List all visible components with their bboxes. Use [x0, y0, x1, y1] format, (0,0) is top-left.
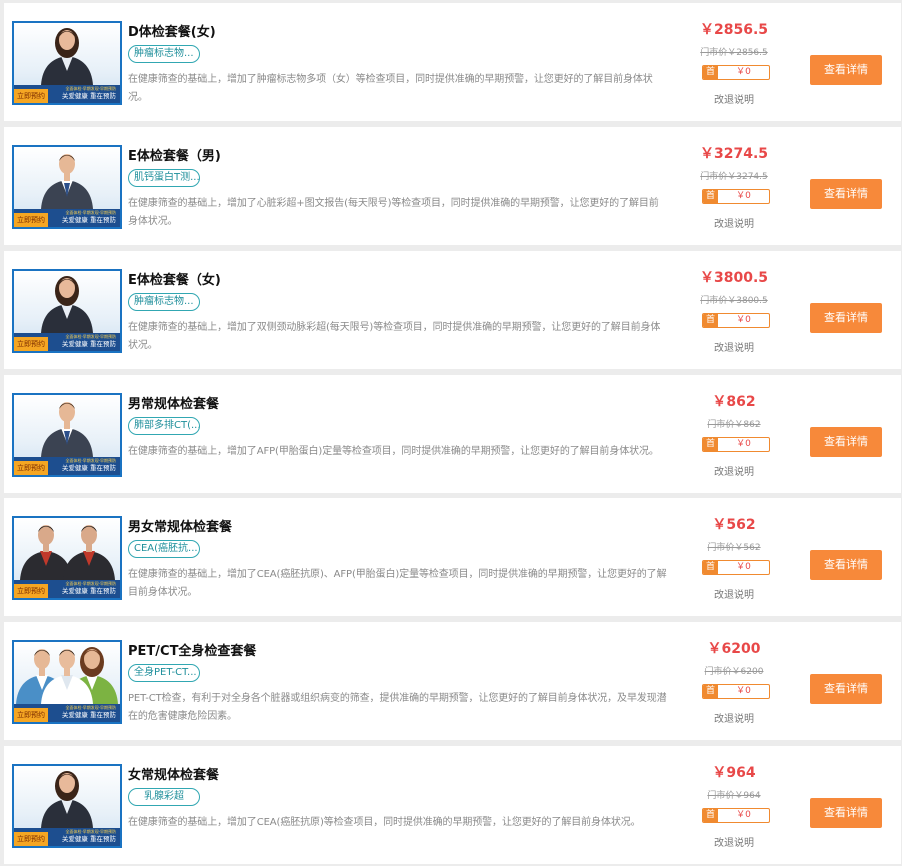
- thumbnail-slogan: 关爱健康 重在预防: [61, 464, 116, 472]
- view-details-button[interactable]: 查看详情: [810, 674, 882, 704]
- thumbnail-slogan: 关爱健康 重在预防: [61, 216, 116, 224]
- package-description: 在健康筛查的基础上，增加了心脏彩超+图文报告(每天限号)等检查项目，同时提供准确…: [128, 198, 659, 227]
- book-now-label: 立即预约: [14, 89, 48, 103]
- package-price: ￥3274.5: [699, 146, 769, 162]
- coupon-value: ￥0: [736, 191, 751, 201]
- package-price: ￥2856.5: [699, 22, 769, 38]
- refund-policy-link[interactable]: 改退说明: [684, 339, 784, 354]
- package-tag: 全身PET-CT...: [128, 664, 200, 682]
- coupon-value: ￥0: [736, 562, 751, 572]
- coupon-label: 首: [703, 685, 718, 698]
- coupon-label: 首: [703, 438, 718, 451]
- view-details-button[interactable]: 查看详情: [810, 303, 882, 333]
- book-now-label: 立即预约: [14, 213, 48, 227]
- package-thumbnail[interactable]: 全面体检·早期发现·早期预防 关爱健康 重在预防 立即预约: [12, 269, 122, 353]
- package-title[interactable]: D体检套餐(女): [128, 21, 216, 40]
- view-details-button[interactable]: 查看详情: [810, 179, 882, 209]
- package-description: PET-CT检查，有利于对全身各个脏器或组织病变的筛查，提供准确的早期预警，让您…: [128, 693, 667, 722]
- view-details-button[interactable]: 查看详情: [810, 550, 882, 580]
- package-tag: 肿瘤标志物...: [128, 293, 200, 311]
- coupon-badge: 首 ￥0: [702, 313, 770, 328]
- package-list: 全面体检·早期发现·早期预防 关爱健康 重在预防 立即预约 D体检套餐(女) 肿…: [0, 0, 902, 866]
- package-thumbnail[interactable]: 全面体检·早期发现·早期预防 关爱健康 重在预防 立即预约: [12, 393, 122, 477]
- original-price: 门市价￥6200: [704, 667, 764, 677]
- coupon-value: ￥0: [736, 686, 751, 696]
- view-details-button[interactable]: 查看详情: [810, 427, 882, 457]
- coupon-badge: 首 ￥0: [702, 189, 770, 204]
- package-title[interactable]: 女常规体检套餐: [128, 764, 219, 783]
- package-card: 全面体检·早期发现·早期预防 关爱健康 重在预防 立即预约 女常规体检套餐 乳腺…: [4, 746, 901, 864]
- package-card: 全面体检·早期发现·早期预防 关爱健康 重在预防 立即预约 D体检套餐(女) 肿…: [4, 3, 901, 121]
- coupon-label: 首: [703, 66, 718, 79]
- coupon-label: 首: [703, 809, 718, 822]
- coupon-badge: 首 ￥0: [702, 560, 770, 575]
- refund-policy-link[interactable]: 改退说明: [684, 710, 784, 725]
- package-thumbnail[interactable]: 全面体检·早期发现·早期预防 关爱健康 重在预防 立即预约: [12, 21, 122, 105]
- coupon-label: 首: [703, 561, 718, 574]
- refund-policy-link[interactable]: 改退说明: [684, 586, 784, 601]
- coupon-badge: 首 ￥0: [702, 808, 770, 823]
- package-title[interactable]: E体检套餐（女): [128, 269, 221, 288]
- coupon-badge: 首 ￥0: [702, 437, 770, 452]
- original-price: 门市价￥2856.5: [700, 48, 768, 58]
- coupon-value: ￥0: [736, 810, 751, 820]
- coupon-value: ￥0: [736, 439, 751, 449]
- refund-policy-link[interactable]: 改退说明: [684, 834, 784, 849]
- package-card: 全面体检·早期发现·早期预防 关爱健康 重在预防 立即预约 E体检套餐（女) 肿…: [4, 251, 901, 369]
- thumbnail-slogan: 关爱健康 重在预防: [61, 340, 116, 348]
- thumbnail-slogan: 关爱健康 重在预防: [61, 711, 116, 719]
- refund-policy-link[interactable]: 改退说明: [684, 463, 784, 478]
- package-thumbnail[interactable]: 全面体检·早期发现·早期预防 关爱健康 重在预防 立即预约: [12, 764, 122, 848]
- package-tag: 乳腺彩超: [128, 788, 200, 806]
- original-price: 门市价￥964: [707, 791, 761, 801]
- package-tag: CEA(癌胚抗...: [128, 540, 200, 558]
- package-price: ￥3800.5: [699, 270, 769, 286]
- package-thumbnail[interactable]: 全面体检·早期发现·早期预防 关爱健康 重在预防 立即预约: [12, 516, 122, 600]
- package-thumbnail[interactable]: 全面体检·早期发现·早期预防 关爱健康 重在预防 立即预约: [12, 145, 122, 229]
- thumbnail-slogan: 关爱健康 重在预防: [61, 92, 116, 100]
- coupon-label: 首: [703, 314, 718, 327]
- original-price: 门市价￥862: [707, 420, 761, 430]
- coupon-badge: 首 ￥0: [702, 684, 770, 699]
- original-price: 门市价￥3274.5: [700, 172, 768, 182]
- package-description: 在健康筛查的基础上，增加了CEA(癌胚抗原)、AFP(甲胎蛋白)定量等检查项目，…: [128, 569, 667, 598]
- package-tag: 肺部多排CT(...: [128, 417, 200, 435]
- package-card: 全面体检·早期发现·早期预防 关爱健康 重在预防 立即预约 E体检套餐（男) 肌…: [4, 127, 901, 245]
- package-description: 在健康筛查的基础上，增加了肿瘤标志物多项（女）等检查项目，同时提供准确的早期预警…: [128, 74, 653, 103]
- package-price: ￥6200: [707, 641, 761, 657]
- package-thumbnail[interactable]: 全面体检·早期发现·早期预防 关爱健康 重在预防 立即预约: [12, 640, 122, 724]
- view-details-button[interactable]: 查看详情: [810, 55, 882, 85]
- book-now-label: 立即预约: [14, 832, 48, 846]
- coupon-value: ￥0: [736, 315, 751, 325]
- thumbnail-slogan: 关爱健康 重在预防: [61, 835, 116, 843]
- book-now-label: 立即预约: [14, 337, 48, 351]
- book-now-label: 立即预约: [14, 461, 48, 475]
- package-title[interactable]: PET/CT全身检查套餐: [128, 640, 256, 659]
- package-card: 全面体检·早期发现·早期预防 关爱健康 重在预防 立即预约 男常规体检套餐 肺部…: [4, 375, 901, 493]
- original-price: 门市价￥3800.5: [700, 296, 768, 306]
- package-price: ￥562: [712, 517, 756, 533]
- original-price: 门市价￥562: [707, 543, 761, 553]
- coupon-badge: 首 ￥0: [702, 65, 770, 80]
- view-details-button[interactable]: 查看详情: [810, 798, 882, 828]
- refund-policy-link[interactable]: 改退说明: [684, 91, 784, 106]
- package-price: ￥964: [712, 765, 756, 781]
- book-now-label: 立即预约: [14, 708, 48, 722]
- package-title[interactable]: E体检套餐（男): [128, 145, 221, 164]
- package-description: 在健康筛查的基础上，增加了CEA(癌胚抗原)等检查项目，同时提供准确的早期预警，…: [128, 817, 641, 828]
- book-now-label: 立即预约: [14, 584, 48, 598]
- package-title[interactable]: 男常规体检套餐: [128, 393, 219, 412]
- package-tag: 肿瘤标志物...: [128, 45, 200, 63]
- coupon-value: ￥0: [736, 67, 751, 77]
- coupon-label: 首: [703, 190, 718, 203]
- package-price: ￥862: [712, 394, 756, 410]
- package-tag: 肌钙蛋白T测...: [128, 169, 200, 187]
- package-card: 全面体检·早期发现·早期预防 关爱健康 重在预防 立即预约 男女常规体检套餐 C…: [4, 498, 901, 616]
- package-card: 全面体检·早期发现·早期预防 关爱健康 重在预防 立即预约 PET/CT全身检查…: [4, 622, 901, 740]
- thumbnail-slogan: 关爱健康 重在预防: [61, 587, 116, 595]
- package-title[interactable]: 男女常规体检套餐: [128, 516, 232, 535]
- refund-policy-link[interactable]: 改退说明: [684, 215, 784, 230]
- package-description: 在健康筛查的基础上，增加了双侧颈动脉彩超(每天限号)等检查项目，同时提供准确的早…: [128, 322, 661, 351]
- package-description: 在健康筛查的基础上，增加了AFP(甲胎蛋白)定量等检查项目，同时提供准确的早期预…: [128, 446, 659, 457]
